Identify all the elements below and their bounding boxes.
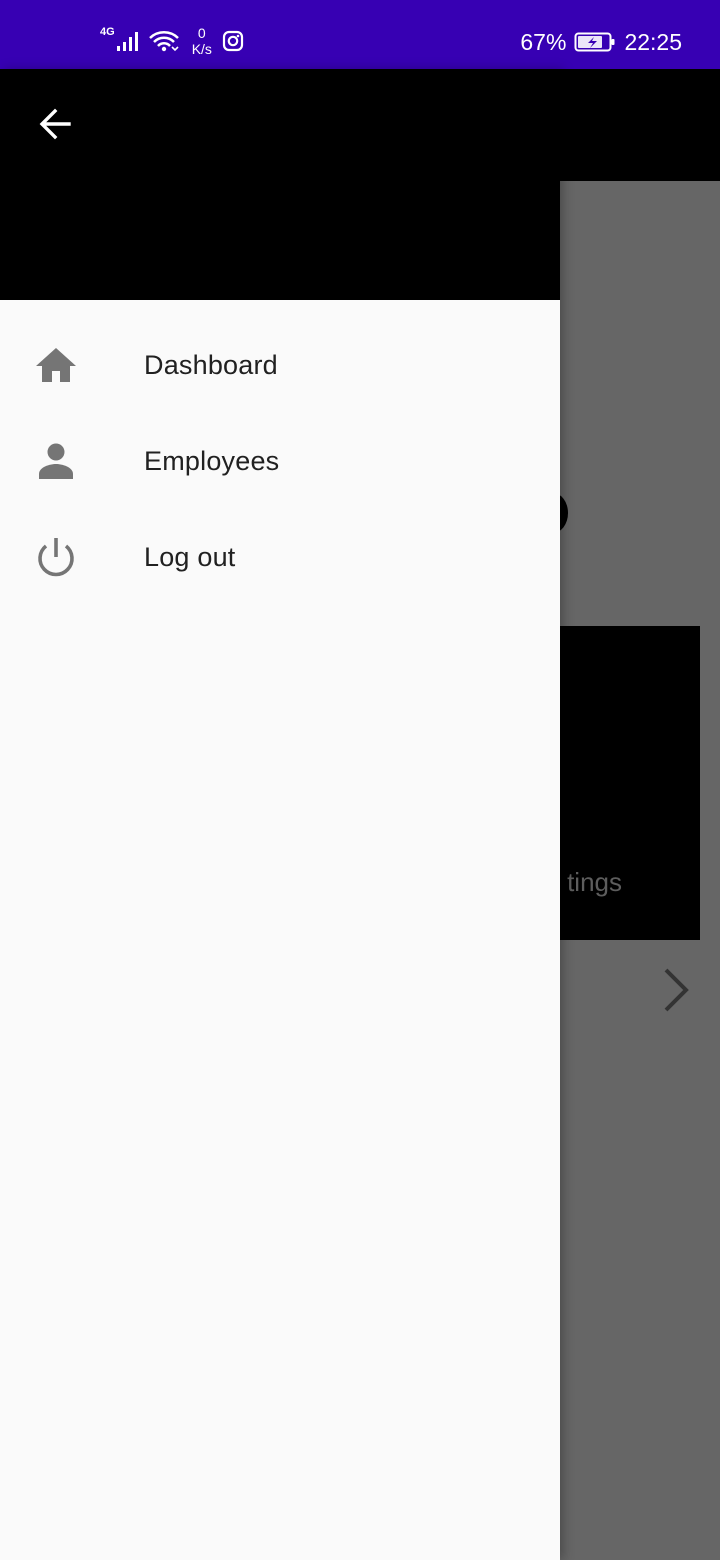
status-bar-left: 4G 0 K/s <box>100 24 252 58</box>
arrow-back-icon <box>39 108 71 140</box>
network-speed-unit: K/s <box>191 41 212 57</box>
status-bar: 4G 0 K/s 67% 22:25 <box>0 0 720 69</box>
home-icon <box>0 346 144 384</box>
nav-label-dashboard: Dashboard <box>144 349 278 380</box>
nav-label-logout: Log out <box>144 541 236 572</box>
power-icon <box>0 537 144 577</box>
battery-charging-icon <box>574 31 616 53</box>
chevron-right-icon <box>656 965 696 1015</box>
network-speed: 0 K/s <box>192 25 212 57</box>
nav-item-employees[interactable]: Employees <box>0 413 560 509</box>
person-icon <box>0 442 144 480</box>
navigation-drawer: Dashboard Employees Log out <box>0 69 560 1560</box>
wifi-icon <box>148 29 180 53</box>
nav-item-logout[interactable]: Log out <box>0 509 560 605</box>
nav-label-employees: Employees <box>144 445 280 476</box>
network-type-label: 4G <box>100 26 115 38</box>
drawer-header <box>0 69 560 300</box>
network-speed-value: 0 <box>197 25 206 41</box>
back-button[interactable] <box>24 93 86 155</box>
status-bar-right: 67% 22:25 <box>520 26 682 58</box>
clock-time: 22:25 <box>624 28 682 55</box>
instagram-icon <box>222 30 244 52</box>
signal-icon: 4G <box>100 26 140 52</box>
background-card: tings <box>540 626 700 940</box>
nav-item-dashboard[interactable]: Dashboard <box>0 317 560 413</box>
battery-percent: 67% <box>520 28 567 55</box>
drawer-nav-list: Dashboard Employees Log out <box>0 317 560 605</box>
